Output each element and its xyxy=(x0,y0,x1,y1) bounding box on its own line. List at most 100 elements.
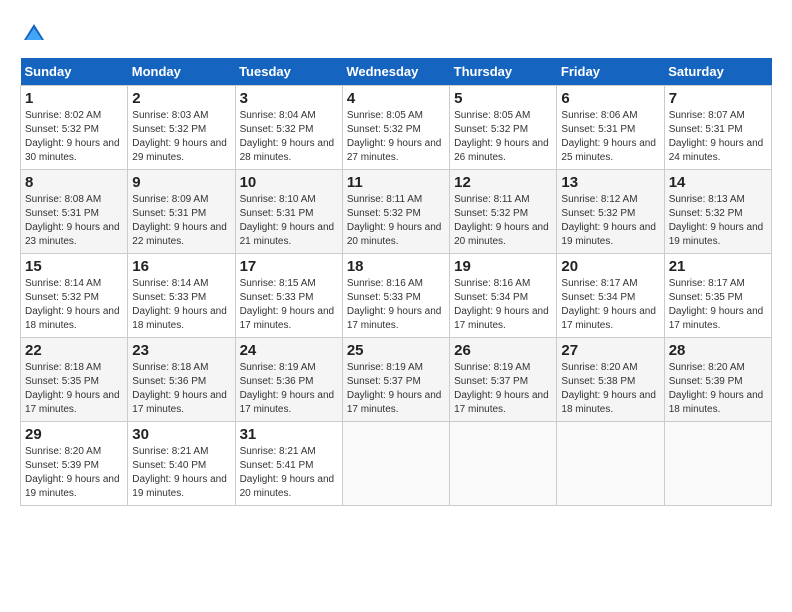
day-number: 1 xyxy=(25,90,123,107)
calendar-day-24: 24 Sunrise: 8:19 AMSunset: 5:36 PMDayligh… xyxy=(235,338,342,422)
day-info: Sunrise: 8:17 AMSunset: 5:34 PMDaylight:… xyxy=(561,277,659,333)
day-number: 31 xyxy=(240,426,338,443)
day-number: 28 xyxy=(669,342,767,359)
calendar-day-4: 4 Sunrise: 8:05 AMSunset: 5:32 PMDaylight… xyxy=(342,86,449,170)
day-number: 15 xyxy=(25,258,123,275)
day-info: Sunrise: 8:06 AMSunset: 5:31 PMDaylight:… xyxy=(561,109,659,165)
day-info: Sunrise: 8:14 AMSunset: 5:33 PMDaylight:… xyxy=(132,277,230,333)
calendar-day-7: 7 Sunrise: 8:07 AMSunset: 5:31 PMDaylight… xyxy=(664,86,771,170)
calendar-day-20: 20 Sunrise: 8:17 AMSunset: 5:34 PMDayligh… xyxy=(557,254,664,338)
calendar-week-row: 29Sunrise: 8:20 AMSunset: 5:39 PMDayligh… xyxy=(21,422,772,506)
day-info: Sunrise: 8:09 AMSunset: 5:31 PMDaylight:… xyxy=(132,193,230,249)
day-number: 26 xyxy=(454,342,552,359)
calendar-day-28: 28 Sunrise: 8:20 AMSunset: 5:39 PMDayligh… xyxy=(664,338,771,422)
calendar-day-27: 27 Sunrise: 8:20 AMSunset: 5:38 PMDayligh… xyxy=(557,338,664,422)
day-number: 22 xyxy=(25,342,123,359)
page-header xyxy=(20,20,772,48)
calendar-day-25: 25 Sunrise: 8:19 AMSunset: 5:37 PMDayligh… xyxy=(342,338,449,422)
day-number: 5 xyxy=(454,90,552,107)
day-number: 17 xyxy=(240,258,338,275)
day-info: Sunrise: 8:13 AMSunset: 5:32 PMDaylight:… xyxy=(669,193,767,249)
day-info: Sunrise: 8:10 AMSunset: 5:31 PMDaylight:… xyxy=(240,193,338,249)
col-header-sunday: Sunday xyxy=(21,58,128,86)
day-number: 16 xyxy=(132,258,230,275)
calendar-day-26: 26 Sunrise: 8:19 AMSunset: 5:37 PMDayligh… xyxy=(450,338,557,422)
day-info: Sunrise: 8:03 AMSunset: 5:32 PMDaylight:… xyxy=(132,109,230,165)
day-number: 27 xyxy=(561,342,659,359)
day-number: 20 xyxy=(561,258,659,275)
calendar-day-1: 1 Sunrise: 8:02 AMSunset: 5:32 PMDaylight… xyxy=(21,86,128,170)
day-info: Sunrise: 8:12 AMSunset: 5:32 PMDaylight:… xyxy=(561,193,659,249)
day-number: 13 xyxy=(561,174,659,191)
day-number: 4 xyxy=(347,90,445,107)
calendar-day-8: 8 Sunrise: 8:08 AMSunset: 5:31 PMDaylight… xyxy=(21,170,128,254)
day-info: Sunrise: 8:05 AMSunset: 5:32 PMDaylight:… xyxy=(347,109,445,165)
day-info: Sunrise: 8:20 AMSunset: 5:39 PMDaylight:… xyxy=(25,445,123,501)
day-info: Sunrise: 8:18 AMSunset: 5:36 PMDaylight:… xyxy=(132,361,230,417)
calendar-day-22: 22 Sunrise: 8:18 AMSunset: 5:35 PMDayligh… xyxy=(21,338,128,422)
col-header-monday: Monday xyxy=(128,58,235,86)
calendar-day-empty xyxy=(664,422,771,506)
day-number: 8 xyxy=(25,174,123,191)
calendar-day-6: 6 Sunrise: 8:06 AMSunset: 5:31 PMDaylight… xyxy=(557,86,664,170)
day-info: Sunrise: 8:21 AMSunset: 5:40 PMDaylight:… xyxy=(132,445,230,501)
day-info: Sunrise: 8:16 AMSunset: 5:33 PMDaylight:… xyxy=(347,277,445,333)
day-number: 25 xyxy=(347,342,445,359)
col-header-saturday: Saturday xyxy=(664,58,771,86)
day-info: Sunrise: 8:08 AMSunset: 5:31 PMDaylight:… xyxy=(25,193,123,249)
col-header-thursday: Thursday xyxy=(450,58,557,86)
calendar-day-11: 11Sunrise: 8:11 AMSunset: 5:32 PMDayligh… xyxy=(342,170,449,254)
col-header-tuesday: Tuesday xyxy=(235,58,342,86)
calendar-day-empty xyxy=(342,422,449,506)
day-info: Sunrise: 8:19 AMSunset: 5:37 PMDaylight:… xyxy=(347,361,445,417)
day-info: Sunrise: 8:18 AMSunset: 5:35 PMDaylight:… xyxy=(25,361,123,417)
calendar-day-empty xyxy=(450,422,557,506)
calendar-day-19: 19Sunrise: 8:16 AMSunset: 5:34 PMDayligh… xyxy=(450,254,557,338)
day-info: Sunrise: 8:07 AMSunset: 5:31 PMDaylight:… xyxy=(669,109,767,165)
calendar-week-row: 1 Sunrise: 8:02 AMSunset: 5:32 PMDaylight… xyxy=(21,86,772,170)
calendar-day-empty xyxy=(557,422,664,506)
day-info: Sunrise: 8:20 AMSunset: 5:39 PMDaylight:… xyxy=(669,361,767,417)
col-header-wednesday: Wednesday xyxy=(342,58,449,86)
day-info: Sunrise: 8:02 AMSunset: 5:32 PMDaylight:… xyxy=(25,109,123,165)
day-number: 7 xyxy=(669,90,767,107)
calendar-day-29: 29Sunrise: 8:20 AMSunset: 5:39 PMDayligh… xyxy=(21,422,128,506)
day-number: 3 xyxy=(240,90,338,107)
day-info: Sunrise: 8:14 AMSunset: 5:32 PMDaylight:… xyxy=(25,277,123,333)
calendar-day-14: 14 Sunrise: 8:13 AMSunset: 5:32 PMDayligh… xyxy=(664,170,771,254)
day-info: Sunrise: 8:04 AMSunset: 5:32 PMDaylight:… xyxy=(240,109,338,165)
calendar-day-17: 17 Sunrise: 8:15 AMSunset: 5:33 PMDayligh… xyxy=(235,254,342,338)
logo-icon xyxy=(20,20,48,48)
calendar-day-16: 16 Sunrise: 8:14 AMSunset: 5:33 PMDayligh… xyxy=(128,254,235,338)
day-info: Sunrise: 8:19 AMSunset: 5:37 PMDaylight:… xyxy=(454,361,552,417)
day-number: 30 xyxy=(132,426,230,443)
day-number: 6 xyxy=(561,90,659,107)
calendar-day-10: 10 Sunrise: 8:10 AMSunset: 5:31 PMDayligh… xyxy=(235,170,342,254)
calendar-day-5: 5Sunrise: 8:05 AMSunset: 5:32 PMDaylight… xyxy=(450,86,557,170)
day-info: Sunrise: 8:20 AMSunset: 5:38 PMDaylight:… xyxy=(561,361,659,417)
day-number: 14 xyxy=(669,174,767,191)
col-header-friday: Friday xyxy=(557,58,664,86)
calendar-day-30: 30 Sunrise: 8:21 AMSunset: 5:40 PMDayligh… xyxy=(128,422,235,506)
day-info: Sunrise: 8:21 AMSunset: 5:41 PMDaylight:… xyxy=(240,445,338,501)
day-number: 24 xyxy=(240,342,338,359)
calendar-week-row: 22 Sunrise: 8:18 AMSunset: 5:35 PMDayligh… xyxy=(21,338,772,422)
day-number: 21 xyxy=(669,258,767,275)
day-number: 19 xyxy=(454,258,552,275)
day-info: Sunrise: 8:15 AMSunset: 5:33 PMDaylight:… xyxy=(240,277,338,333)
calendar-day-31: 31 Sunrise: 8:21 AMSunset: 5:41 PMDayligh… xyxy=(235,422,342,506)
day-number: 18 xyxy=(347,258,445,275)
calendar-day-2: 2 Sunrise: 8:03 AMSunset: 5:32 PMDaylight… xyxy=(128,86,235,170)
calendar-day-21: 21 Sunrise: 8:17 AMSunset: 5:35 PMDayligh… xyxy=(664,254,771,338)
day-number: 12 xyxy=(454,174,552,191)
calendar-week-row: 8 Sunrise: 8:08 AMSunset: 5:31 PMDaylight… xyxy=(21,170,772,254)
day-info: Sunrise: 8:17 AMSunset: 5:35 PMDaylight:… xyxy=(669,277,767,333)
day-number: 2 xyxy=(132,90,230,107)
day-info: Sunrise: 8:11 AMSunset: 5:32 PMDaylight:… xyxy=(454,193,552,249)
calendar-day-3: 3 Sunrise: 8:04 AMSunset: 5:32 PMDaylight… xyxy=(235,86,342,170)
day-info: Sunrise: 8:19 AMSunset: 5:36 PMDaylight:… xyxy=(240,361,338,417)
calendar-day-23: 23 Sunrise: 8:18 AMSunset: 5:36 PMDayligh… xyxy=(128,338,235,422)
calendar-table: SundayMondayTuesdayWednesdayThursdayFrid… xyxy=(20,58,772,506)
day-number: 10 xyxy=(240,174,338,191)
day-number: 23 xyxy=(132,342,230,359)
